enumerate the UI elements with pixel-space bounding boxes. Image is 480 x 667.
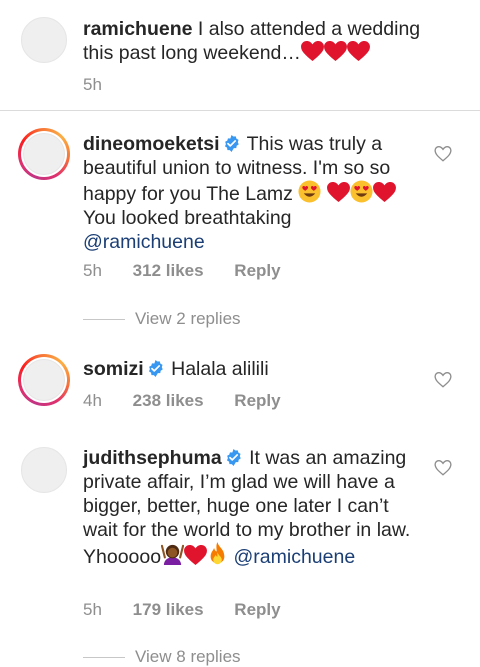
comment-text: dineomoeketsi This was truly a beautiful… (83, 132, 403, 254)
likes-count[interactable]: 179 likes (133, 600, 204, 619)
fire-emoji (207, 542, 228, 566)
comment-text: ramichuene I also attended a wedding thi… (83, 17, 453, 65)
view-replies-button[interactable]: View 2 replies (83, 309, 241, 329)
likes-count[interactable]: 312 likes (133, 261, 204, 280)
red-heart-emoji (324, 41, 347, 62)
red-heart-emoji (347, 41, 370, 62)
mention-link[interactable]: @ramichuene (234, 546, 356, 568)
view-replies-label: View 8 replies (135, 647, 241, 666)
replies-line (83, 319, 125, 321)
replies-line (83, 657, 125, 659)
username[interactable]: ramichuene (83, 18, 192, 40)
red-heart-emoji (301, 41, 324, 62)
reply-button[interactable]: Reply (234, 391, 280, 410)
like-heart-icon[interactable] (434, 371, 452, 389)
comment-body-end: You looked breathtaking (83, 207, 292, 229)
reply-button[interactable]: Reply (234, 261, 280, 280)
timestamp: 5h (83, 75, 102, 94)
username[interactable]: judithsephuma (83, 447, 222, 469)
heart-eyes-emoji (350, 180, 373, 203)
red-heart-emoji (184, 545, 207, 566)
verified-badge-icon (147, 360, 164, 377)
comment-meta: 5h 312 likes Reply (83, 261, 307, 281)
timestamp: 5h (83, 600, 102, 619)
avatar[interactable] (21, 17, 67, 63)
like-heart-icon[interactable] (434, 145, 452, 163)
comment-meta: 4h 238 likes Reply (83, 391, 307, 411)
username[interactable]: somizi (83, 358, 144, 380)
like-heart-icon[interactable] (434, 459, 452, 477)
likes-count[interactable]: 238 likes (133, 391, 204, 410)
divider (0, 110, 480, 111)
avatar[interactable] (21, 447, 67, 493)
woman-gesturing-emoji (161, 543, 184, 566)
comment-text: judithsephuma It was an amazing private … (83, 446, 418, 569)
comment-meta: 5h 179 likes Reply (83, 600, 307, 620)
comment-body: Halala alilili (171, 358, 269, 380)
avatar[interactable] (18, 354, 70, 406)
comment-meta: 5h (83, 75, 128, 95)
timestamp: 4h (83, 391, 102, 410)
mention-link[interactable]: @ramichuene (83, 231, 205, 253)
reply-button[interactable]: Reply (234, 600, 280, 619)
avatar[interactable] (18, 128, 70, 180)
red-heart-emoji (373, 182, 396, 203)
heart-eyes-emoji (298, 180, 321, 203)
verified-badge-icon (225, 449, 242, 466)
view-replies-button[interactable]: View 8 replies (83, 647, 241, 667)
view-replies-label: View 2 replies (135, 309, 241, 328)
timestamp: 5h (83, 261, 102, 280)
comment-text: somizi Halala alilili (83, 357, 413, 381)
red-heart-emoji (327, 182, 350, 203)
verified-badge-icon (223, 135, 240, 152)
username[interactable]: dineomoeketsi (83, 133, 220, 155)
